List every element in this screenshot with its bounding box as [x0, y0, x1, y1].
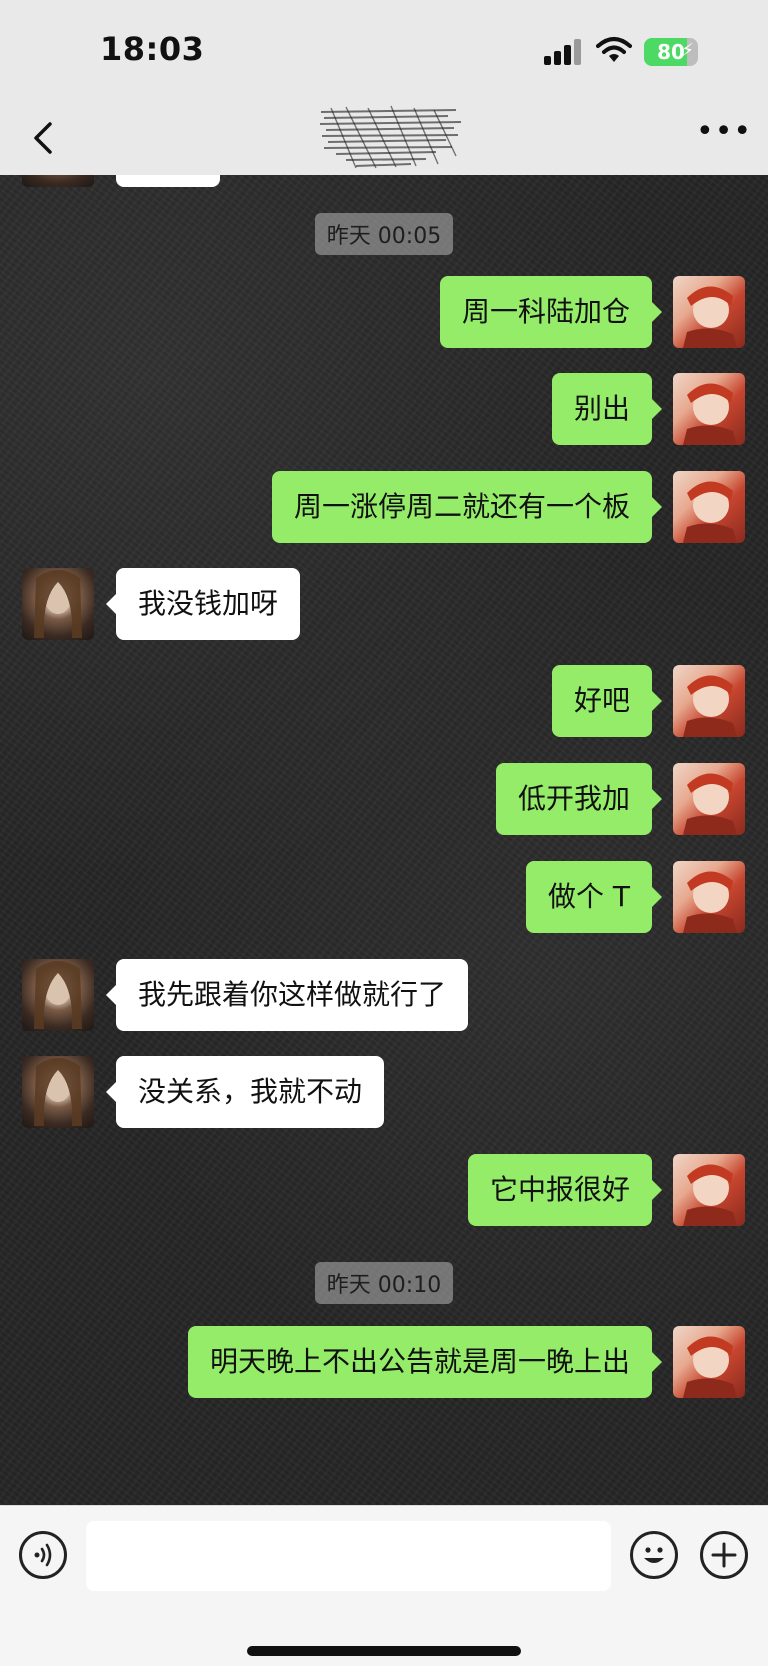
timestamp: 昨天 00:10: [0, 1262, 768, 1304]
message-bubble[interactable]: 明天晚上不出公告就是周一晚上出: [187, 1326, 663, 1398]
chat-header: •••: [0, 100, 768, 175]
avatar[interactable]: [22, 568, 94, 640]
message-bubble[interactable]: 它中报很好: [467, 1154, 663, 1226]
message-bubble[interactable]: 低开我加: [495, 763, 663, 835]
voice-icon[interactable]: [19, 1531, 67, 1579]
emoji-icon[interactable]: [630, 1531, 678, 1579]
avatar[interactable]: [673, 861, 745, 933]
status-time: 18:03: [100, 30, 205, 68]
more-dots-icon[interactable]: •••: [696, 117, 751, 152]
avatar[interactable]: [673, 471, 745, 543]
timestamp: 昨天 00:05: [0, 213, 768, 255]
home-indicator[interactable]: [247, 1646, 521, 1656]
message-bubble[interactable]: 我先跟着你这样做就行了: [105, 959, 469, 1031]
avatar[interactable]: [673, 1154, 745, 1226]
chat-title-obscured: [316, 102, 466, 174]
plus-icon[interactable]: [700, 1531, 748, 1579]
avatar[interactable]: [22, 1056, 94, 1128]
partial-message-bubble[interactable]: [116, 175, 220, 187]
message-bubble[interactable]: 好吧: [551, 665, 663, 737]
avatar[interactable]: [22, 175, 94, 187]
message-bubble[interactable]: 别出: [551, 373, 663, 445]
input-bar: [0, 1505, 768, 1666]
chat-area[interactable]: 昨天 00:05 周一科陆加仓 别出 周一涨停周二就还有一个板 我没钱加呀 好吧…: [0, 175, 768, 1505]
battery-icon: 80 ⚡: [644, 38, 698, 66]
status-bar: 18:03 80 ⚡: [0, 0, 768, 100]
message-bubble[interactable]: 我没钱加呀: [105, 568, 301, 640]
avatar[interactable]: [22, 959, 94, 1031]
charging-bolt-icon: ⚡: [681, 40, 694, 61]
message-bubble[interactable]: 周一涨停周二就还有一个板: [271, 471, 663, 543]
message-bubble[interactable]: 没关系，我就不动: [105, 1056, 385, 1128]
avatar[interactable]: [673, 276, 745, 348]
wifi-icon: [596, 36, 632, 64]
signal-icon: [544, 39, 584, 65]
message-input[interactable]: [86, 1521, 611, 1591]
avatar[interactable]: [673, 1326, 745, 1398]
message-bubble[interactable]: 做个 T: [525, 861, 663, 933]
chevron-left-icon[interactable]: [26, 118, 66, 158]
avatar[interactable]: [673, 665, 745, 737]
avatar[interactable]: [673, 763, 745, 835]
avatar[interactable]: [673, 373, 745, 445]
message-bubble[interactable]: 周一科陆加仓: [439, 276, 663, 348]
